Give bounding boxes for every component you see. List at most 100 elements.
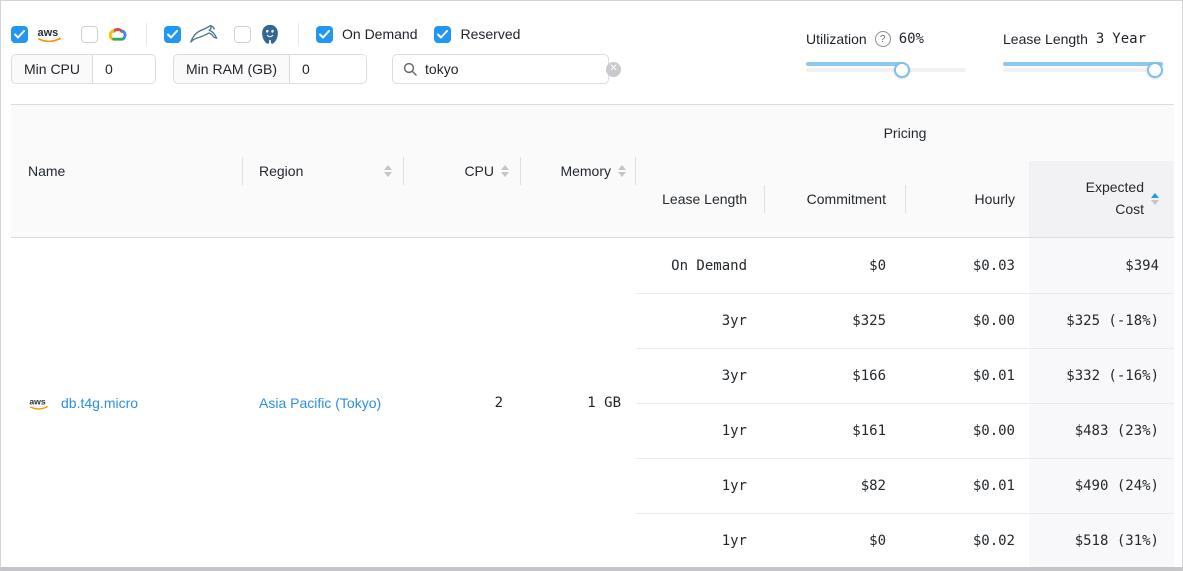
min-cpu-input[interactable]	[93, 55, 155, 83]
utilization-label: Utilization	[806, 31, 867, 47]
pricing-row: 1yr $0 $0.02 $518 (31%)	[636, 513, 1174, 568]
instance-name-link[interactable]: db.t4g.micro	[61, 395, 138, 411]
pricing-row: On Demand $0 $0.03 $394	[636, 238, 1174, 293]
pricing-row: 3yr $166 $0.01 $332 (-16%)	[636, 348, 1174, 403]
toolbar-divider	[146, 23, 147, 45]
commitment-value: $166	[765, 349, 906, 403]
lease-length-slider[interactable]	[1003, 62, 1163, 78]
cpu-column-header[interactable]: CPU	[404, 105, 521, 237]
instance-region-link[interactable]: Asia Pacific (Tokyo)	[259, 395, 381, 411]
search-input[interactable]	[425, 61, 606, 77]
expected-cost-sort-icon[interactable]	[1151, 193, 1159, 205]
reserved-checkbox[interactable]	[434, 26, 451, 43]
mysql-dolphin-icon	[189, 24, 219, 45]
aws-checkbox[interactable]	[11, 26, 28, 43]
utilization-value: 60%	[899, 31, 924, 47]
search-icon	[403, 62, 417, 76]
table-header: Name Region CPU Memory Pricing	[11, 104, 1174, 238]
hourly-value: $0.00	[906, 294, 1029, 348]
hourly-column-header: Hourly	[906, 161, 1029, 237]
gcp-logo-icon	[106, 25, 129, 44]
filter-checkbox-row: aws	[11, 20, 520, 48]
pricing-row: 3yr $325 $0.00 $325 (-18%)	[636, 293, 1174, 348]
lease-length-unit: Year	[1112, 31, 1146, 47]
postgresql-checkbox[interactable]	[234, 26, 251, 43]
lease-value: 1yr	[636, 514, 765, 568]
expected-cost-value: $490 (24%)	[1029, 459, 1174, 513]
commitment-value: $161	[765, 404, 906, 458]
instance-region-cell: Asia Pacific (Tokyo)	[243, 395, 404, 411]
min-ram-label: Min RAM (GB)	[174, 55, 290, 83]
lease-value: 3yr	[636, 294, 765, 348]
min-cpu-label: Min CPU	[12, 55, 93, 83]
min-cpu-filter: Min CPU	[11, 54, 156, 84]
table-row: aws db.t4g.micro Asia Pacific (Tokyo) 2 …	[11, 238, 1174, 568]
lease-length-column-header: Lease Length	[636, 161, 765, 237]
help-icon[interactable]: ?	[875, 31, 891, 47]
min-ram-input[interactable]	[290, 55, 366, 83]
utilization-slider-thumb[interactable]	[894, 62, 910, 78]
hourly-value: $0.00	[906, 404, 1029, 458]
expected-cost-column-header[interactable]: Expected Cost	[1029, 161, 1174, 237]
mysql-checkbox[interactable]	[164, 26, 181, 43]
lease-value: 3yr	[636, 349, 765, 403]
aws-logo-icon: aws	[36, 25, 66, 44]
expected-cost-value: $483 (23%)	[1029, 404, 1174, 458]
gcp-checkbox[interactable]	[81, 26, 98, 43]
commitment-column-header: Commitment	[765, 161, 906, 237]
commitment-value: $82	[765, 459, 906, 513]
hourly-value: $0.03	[906, 238, 1029, 293]
pricing-group-label: Pricing	[636, 125, 1174, 147]
toolbar: aws	[1, 1, 1182, 104]
expected-cost-value: $332 (-16%)	[1029, 349, 1174, 403]
commitment-value: $0	[765, 238, 906, 293]
region-column-header[interactable]: Region	[243, 105, 404, 237]
reserved-label: Reserved	[460, 26, 520, 42]
provider-filter-gcp	[81, 25, 129, 44]
instance-pricing-app: aws	[0, 0, 1183, 571]
clear-search-icon[interactable]: ✕	[606, 62, 621, 77]
on-demand-checkbox[interactable]	[316, 26, 333, 43]
lease-length-value: 3	[1096, 31, 1104, 47]
expected-cost-value: $325 (-18%)	[1029, 294, 1174, 348]
reserved-filter: Reserved	[434, 26, 520, 43]
lease-value: 1yr	[636, 459, 765, 513]
search-filter: ✕	[392, 54, 609, 84]
memory-column-header[interactable]: Memory	[521, 105, 636, 237]
utilization-slider[interactable]	[806, 62, 966, 78]
instance-cpu-cell: 2	[404, 395, 521, 411]
lease-length-slider-thumb[interactable]	[1147, 62, 1163, 78]
instance-info-cells: aws db.t4g.micro Asia Pacific (Tokyo) 2 …	[11, 238, 636, 568]
provider-filter-aws: aws	[11, 25, 66, 44]
engine-filter-postgresql	[234, 24, 281, 45]
cpu-sort-icon[interactable]	[501, 165, 509, 177]
on-demand-filter: On Demand	[316, 26, 417, 43]
on-demand-label: On Demand	[342, 26, 417, 42]
utilization-control: Utilization ? 60%	[806, 29, 966, 78]
lease-value: On Demand	[636, 238, 765, 293]
postgresql-elephant-icon	[259, 24, 281, 45]
expected-cost-value: $518 (31%)	[1029, 514, 1174, 568]
engine-filter-mysql	[164, 24, 219, 45]
instance-memory-cell: 1 GB	[521, 395, 636, 411]
min-ram-filter: Min RAM (GB)	[173, 54, 367, 84]
hourly-value: $0.01	[906, 349, 1029, 403]
pricing-column-group: Pricing Lease Length Commitment Hourly	[636, 105, 1174, 237]
toolbar-divider	[298, 23, 299, 45]
hourly-value: $0.01	[906, 459, 1029, 513]
lease-length-label: Lease Length	[1003, 31, 1088, 47]
lease-value: 1yr	[636, 404, 765, 458]
pricing-row: 1yr $161 $0.00 $483 (23%)	[636, 403, 1174, 458]
name-column-header: Name	[11, 105, 243, 237]
filter-input-row: Min CPU Min RAM (GB) ✕	[11, 54, 609, 84]
instances-table: Name Region CPU Memory Pricing	[11, 104, 1174, 568]
svg-text:aws: aws	[38, 27, 59, 39]
aws-logo-icon: aws	[28, 396, 52, 411]
svg-text:aws: aws	[29, 396, 46, 406]
pricing-rows: On Demand $0 $0.03 $394 3yr $325 $0.00 $…	[636, 238, 1174, 568]
memory-sort-icon[interactable]	[618, 165, 626, 177]
expected-cost-value: $394	[1029, 238, 1174, 293]
pricing-row: 1yr $82 $0.01 $490 (24%)	[636, 458, 1174, 513]
hourly-value: $0.02	[906, 514, 1029, 568]
region-sort-icon[interactable]	[384, 165, 392, 177]
